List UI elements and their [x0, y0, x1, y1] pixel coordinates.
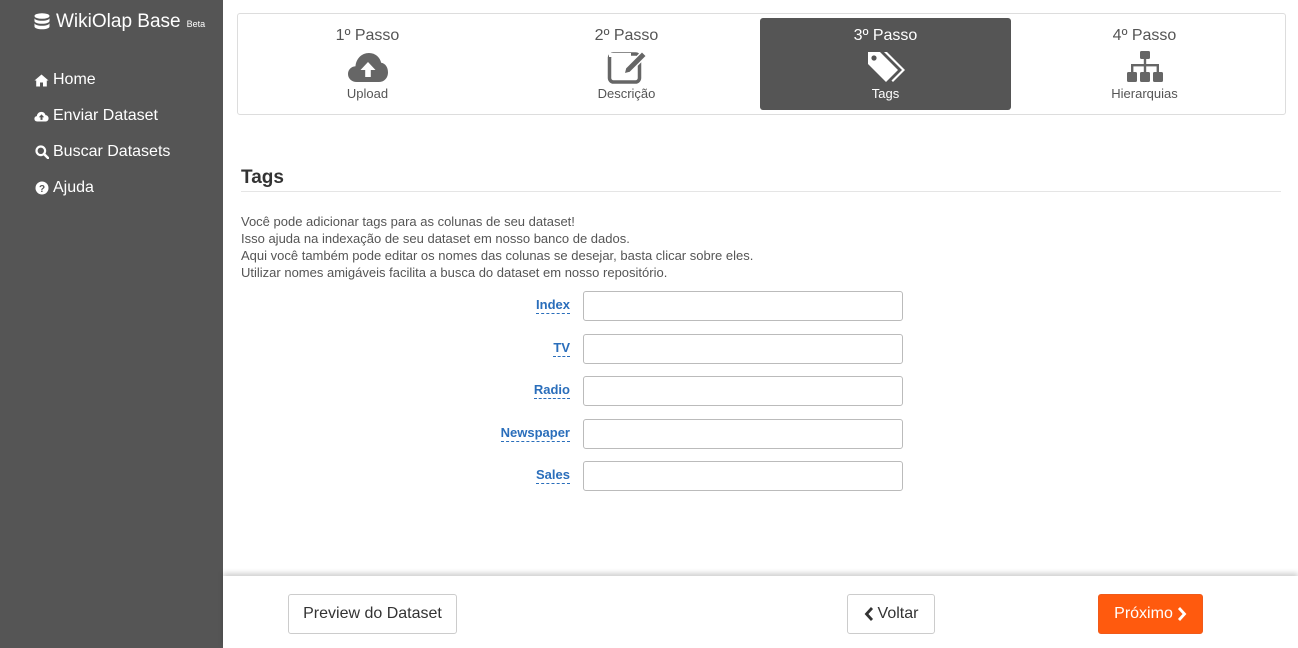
sidebar-item-home[interactable]: Home	[34, 62, 170, 98]
chevron-right-icon	[1177, 607, 1187, 621]
database-icon	[34, 13, 50, 30]
step-title: 1º Passo	[335, 27, 400, 44]
tag-row: Sales	[470, 461, 910, 491]
step-title: 4º Passo	[1112, 27, 1177, 44]
footer-bar: Preview do Dataset Voltar Próximo	[223, 576, 1298, 648]
brand-title: WikiOlap Base	[56, 11, 181, 32]
column-name-sales[interactable]: Sales	[536, 467, 570, 484]
description-line: Aqui você também pode editar os nomes da…	[241, 248, 754, 263]
step-label: Upload	[346, 86, 389, 101]
button-label: Voltar	[877, 605, 919, 622]
column-name-radio[interactable]: Radio	[533, 382, 570, 399]
step-descricao[interactable]: 2º Passo Descrição	[501, 18, 752, 110]
cloud-upload-icon	[34, 109, 49, 124]
question-circle-icon: ?	[34, 181, 49, 196]
step-title: 3º Passo	[853, 27, 918, 44]
next-button[interactable]: Próximo	[1098, 594, 1203, 634]
edit-icon	[607, 50, 648, 84]
sidebar-item-label: Ajuda	[53, 179, 94, 196]
step-title: 2º Passo	[594, 27, 659, 44]
button-label: Preview do Dataset	[303, 605, 442, 622]
step-label: Descrição	[597, 86, 656, 101]
tags-input-index[interactable]	[583, 291, 903, 321]
step-tags[interactable]: 3º Passo Tags	[760, 18, 1011, 110]
sidebar-item-label: Buscar Datasets	[53, 143, 171, 160]
step-upload[interactable]: 1º Passo Upload	[242, 18, 493, 110]
step-hierarquias[interactable]: 4º Passo Hierarquias	[1019, 18, 1270, 110]
preview-dataset-button[interactable]: Preview do Dataset	[288, 594, 457, 634]
column-name-index[interactable]: Index	[536, 297, 570, 314]
sidebar-item-label: Home	[53, 71, 96, 88]
tag-row: Radio	[470, 376, 910, 406]
column-name-newspaper[interactable]: Newspaper	[500, 425, 570, 442]
tags-input-radio[interactable]	[583, 376, 903, 406]
description: Você pode adicionar tags para as colunas…	[241, 213, 753, 281]
sidebar: WikiOlap Base Beta Home Enviar Dataset B…	[0, 0, 223, 648]
divider	[241, 191, 1281, 192]
description-line: Utilizar nomes amigáveis facilita a busc…	[241, 265, 668, 280]
sidebar-item-label: Enviar Dataset	[53, 107, 158, 124]
cloud-upload-icon	[347, 53, 388, 82]
step-wizard: 1º Passo Upload 2º Passo Descrição 3º Pa…	[237, 13, 1286, 115]
tag-row: TV	[470, 334, 910, 364]
sitemap-icon	[1126, 51, 1163, 82]
sidebar-nav: Home Enviar Dataset Buscar Datasets ? Aj…	[34, 62, 170, 206]
column-name-tv[interactable]: TV	[553, 340, 570, 357]
back-button[interactable]: Voltar	[847, 594, 935, 634]
tag-row: Index	[470, 291, 910, 321]
description-line: Isso ajuda na indexação de seu dataset e…	[241, 231, 630, 246]
beta-badge: Beta	[186, 19, 206, 29]
button-label: Próximo	[1114, 605, 1173, 622]
brand[interactable]: WikiOlap Base Beta	[34, 11, 205, 33]
search-icon	[34, 145, 49, 160]
tags-input-newspaper[interactable]	[583, 419, 903, 449]
tag-row: Newspaper	[470, 419, 910, 449]
sidebar-item-enviar-dataset[interactable]: Enviar Dataset	[34, 98, 170, 134]
tags-input-sales[interactable]	[583, 461, 903, 491]
step-label: Tags	[871, 86, 900, 101]
svg-text:?: ?	[38, 184, 44, 195]
tags-icon	[867, 52, 905, 82]
sidebar-item-ajuda[interactable]: ? Ajuda	[34, 170, 170, 206]
step-label: Hierarquias	[1111, 86, 1178, 101]
home-icon	[34, 73, 49, 88]
tags-input-tv[interactable]	[583, 334, 903, 364]
page-title: Tags	[241, 167, 284, 188]
description-line: Você pode adicionar tags para as colunas…	[241, 214, 575, 229]
sidebar-item-buscar-datasets[interactable]: Buscar Datasets	[34, 134, 170, 170]
chevron-left-icon	[864, 607, 873, 621]
